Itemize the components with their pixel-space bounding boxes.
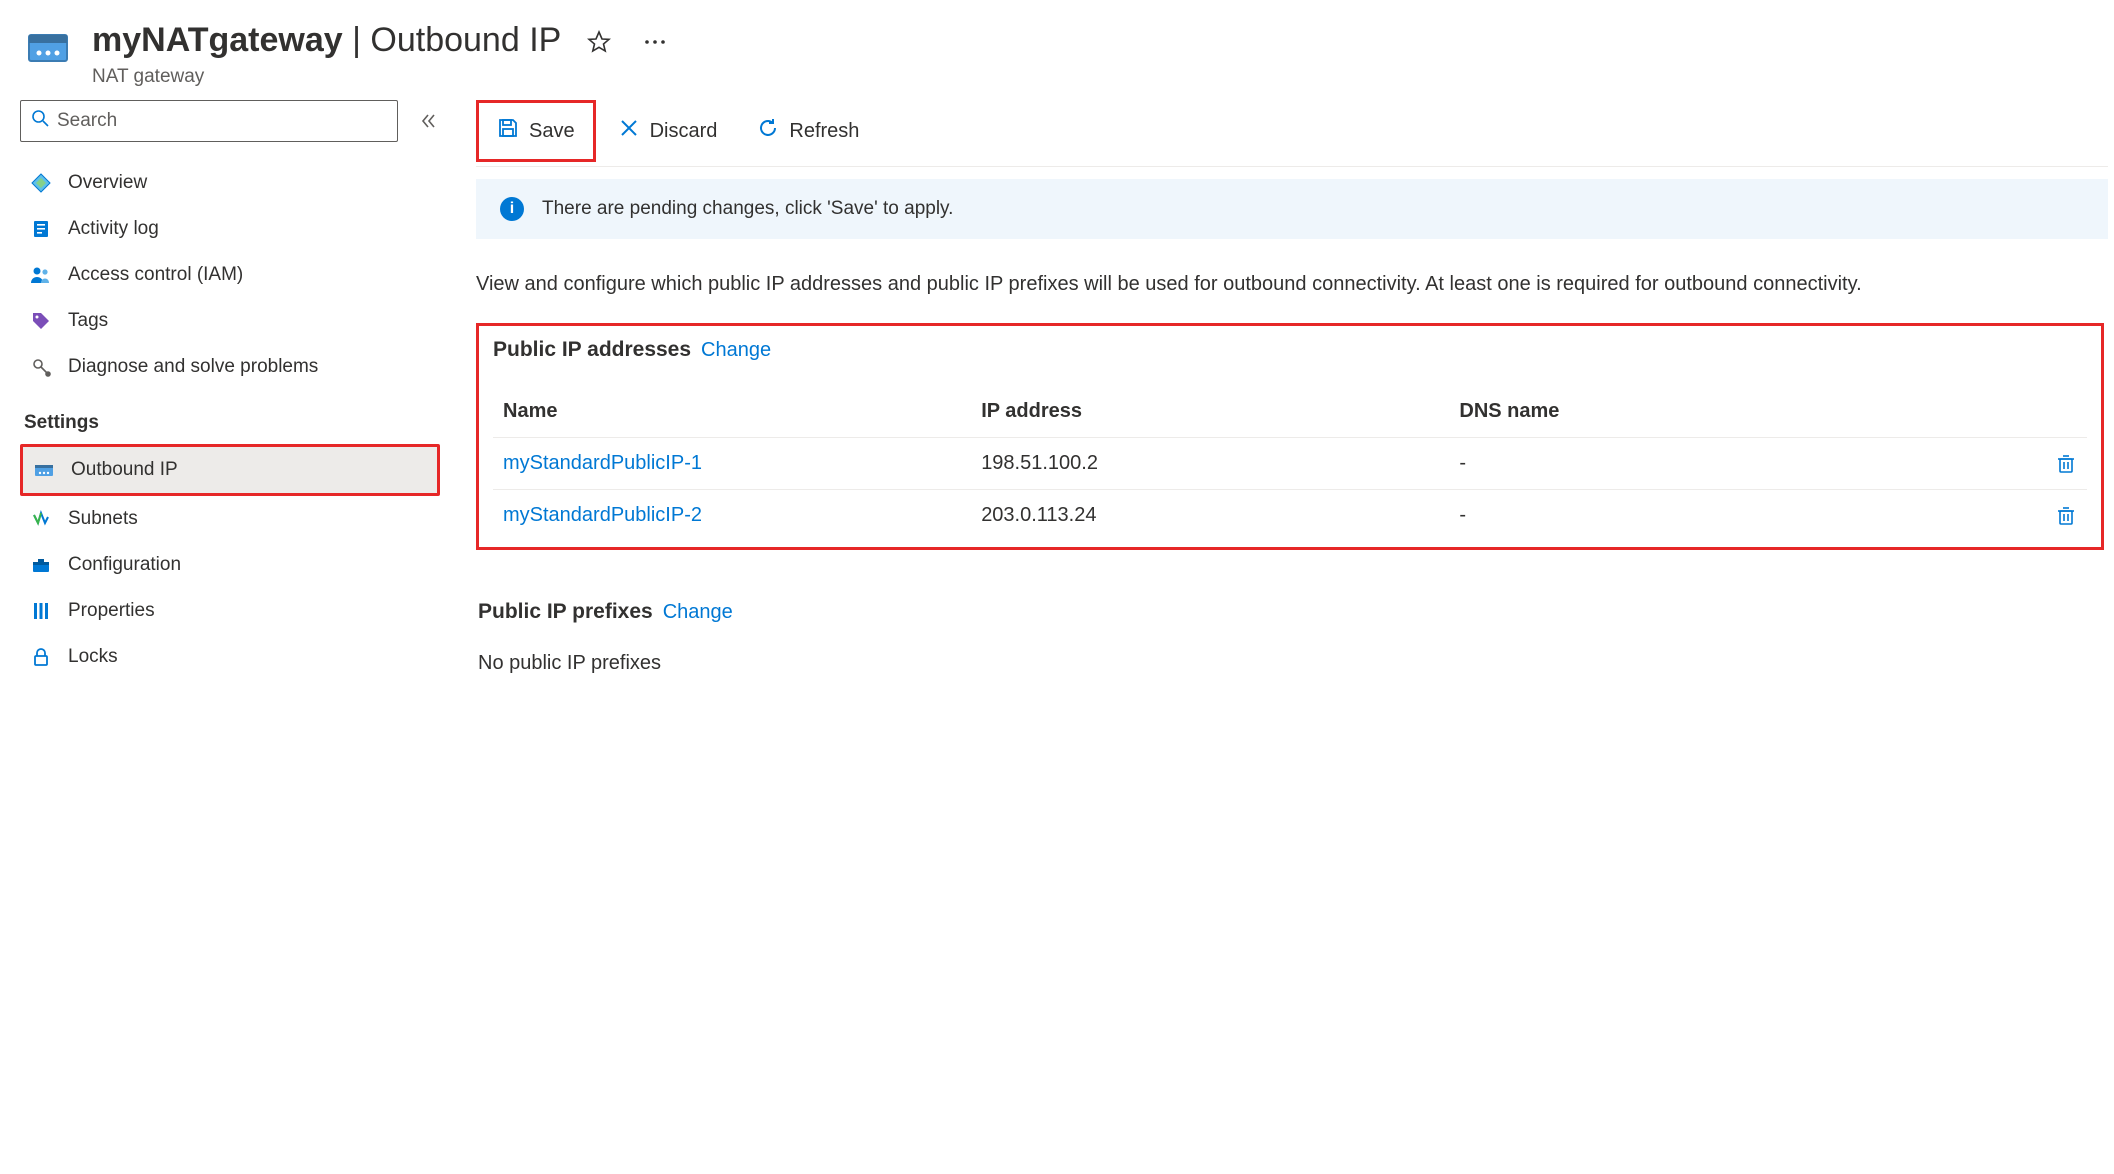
favorite-button[interactable] bbox=[581, 24, 617, 60]
ip-name-link[interactable]: myStandardPublicIP-1 bbox=[503, 452, 702, 474]
activity-log-icon bbox=[30, 218, 52, 240]
search-input[interactable] bbox=[57, 110, 387, 132]
sidebar-item-locks[interactable]: Locks bbox=[20, 634, 440, 680]
trash-icon bbox=[2055, 505, 2077, 527]
discard-icon bbox=[618, 117, 640, 145]
public-ip-prefixes-change-link[interactable]: Change bbox=[663, 601, 733, 624]
refresh-label: Refresh bbox=[789, 120, 859, 143]
sidebar: Overview Activity log Access control (IA… bbox=[0, 100, 440, 680]
sidebar-item-label: Overview bbox=[68, 172, 147, 194]
dns-cell: - bbox=[1449, 438, 1959, 490]
title-block: myNATgateway | Outbound IP NAT gateway bbox=[92, 20, 2090, 88]
public-ip-table: Name IP address DNS name myStandardPubli… bbox=[493, 386, 2087, 541]
trash-icon bbox=[2055, 453, 2077, 475]
sidebar-item-configuration[interactable]: Configuration bbox=[20, 542, 440, 588]
ip-address-cell: 203.0.113.24 bbox=[971, 490, 1449, 542]
public-ip-section: Public IP addresses Change Name IP addre… bbox=[476, 323, 2104, 550]
sidebar-item-label: Diagnose and solve problems bbox=[68, 356, 318, 378]
sidebar-item-label: Tags bbox=[68, 310, 108, 332]
page-description: View and configure which public IP addre… bbox=[476, 239, 2108, 323]
properties-icon bbox=[30, 600, 52, 622]
sidebar-item-label: Access control (IAM) bbox=[68, 264, 243, 286]
table-row: myStandardPublicIP-1 198.51.100.2 - bbox=[493, 438, 2087, 490]
public-ip-title: Public IP addresses bbox=[493, 338, 691, 362]
sidebar-item-label: Outbound IP bbox=[71, 459, 178, 481]
sidebar-item-iam[interactable]: Access control (IAM) bbox=[20, 252, 440, 298]
iam-icon bbox=[30, 264, 52, 286]
sidebar-item-label: Properties bbox=[68, 600, 155, 622]
sidebar-item-diagnose[interactable]: Diagnose and solve problems bbox=[20, 344, 440, 390]
delete-button[interactable] bbox=[1969, 505, 2077, 527]
sidebar-item-label: Activity log bbox=[68, 218, 159, 240]
info-message: There are pending changes, click 'Save' … bbox=[542, 198, 953, 220]
nav-section-settings: Settings bbox=[20, 390, 440, 444]
locks-icon bbox=[30, 646, 52, 668]
toolbar: Save Discard Refresh bbox=[476, 100, 2108, 167]
save-button[interactable]: Save bbox=[476, 100, 596, 162]
sidebar-item-overview[interactable]: Overview bbox=[20, 160, 440, 206]
sidebar-item-label: Locks bbox=[68, 646, 118, 668]
sidebar-item-label: Subnets bbox=[68, 508, 138, 530]
nav-list-settings: Outbound IP Subnets Configuration Proper… bbox=[20, 444, 440, 680]
nav-list-top: Overview Activity log Access control (IA… bbox=[20, 160, 440, 390]
refresh-icon bbox=[757, 117, 779, 145]
info-bar: i There are pending changes, click 'Save… bbox=[476, 179, 2108, 239]
page-header: myNATgateway | Outbound IP NAT gateway bbox=[0, 0, 2114, 100]
save-label: Save bbox=[529, 120, 575, 143]
no-prefixes-label: No public IP prefixes bbox=[478, 652, 2108, 675]
tags-icon bbox=[30, 310, 52, 332]
resource-type-label: NAT gateway bbox=[92, 66, 2090, 88]
main-content: Save Discard Refresh i bbox=[440, 100, 2114, 680]
diagnose-icon bbox=[30, 356, 52, 378]
sidebar-item-outbound-ip[interactable]: Outbound IP bbox=[20, 444, 440, 496]
subnets-icon bbox=[30, 508, 52, 530]
col-dns: DNS name bbox=[1449, 386, 1959, 438]
collapse-sidebar-icon[interactable] bbox=[416, 113, 440, 129]
public-ip-prefixes-section: Public IP prefixes Change No public IP p… bbox=[476, 600, 2108, 675]
sidebar-item-properties[interactable]: Properties bbox=[20, 588, 440, 634]
info-icon: i bbox=[500, 197, 524, 221]
natgw-icon bbox=[33, 459, 55, 481]
sidebar-item-subnets[interactable]: Subnets bbox=[20, 496, 440, 542]
ip-name-link[interactable]: myStandardPublicIP-2 bbox=[503, 504, 702, 526]
col-ip: IP address bbox=[971, 386, 1449, 438]
search-box[interactable] bbox=[20, 100, 398, 142]
overview-icon bbox=[30, 172, 52, 194]
col-name: Name bbox=[493, 386, 971, 438]
more-button[interactable] bbox=[637, 32, 673, 52]
search-icon bbox=[31, 109, 49, 133]
delete-button[interactable] bbox=[1969, 453, 2077, 475]
public-ip-prefixes-title: Public IP prefixes bbox=[478, 600, 653, 624]
page-name: Outbound IP bbox=[370, 21, 561, 59]
sidebar-item-label: Configuration bbox=[68, 554, 181, 576]
refresh-button[interactable]: Refresh bbox=[739, 103, 877, 159]
discard-label: Discard bbox=[650, 120, 718, 143]
table-row: myStandardPublicIP-2 203.0.113.24 - bbox=[493, 490, 2087, 542]
ip-address-cell: 198.51.100.2 bbox=[971, 438, 1449, 490]
configuration-icon bbox=[30, 554, 52, 576]
save-icon bbox=[497, 117, 519, 145]
dns-cell: - bbox=[1449, 490, 1959, 542]
sidebar-item-tags[interactable]: Tags bbox=[20, 298, 440, 344]
sidebar-item-activity-log[interactable]: Activity log bbox=[20, 206, 440, 252]
resource-name: myNATgateway bbox=[92, 21, 343, 59]
discard-button[interactable]: Discard bbox=[600, 103, 736, 159]
resource-type-icon bbox=[24, 24, 72, 72]
public-ip-change-link[interactable]: Change bbox=[701, 339, 771, 362]
